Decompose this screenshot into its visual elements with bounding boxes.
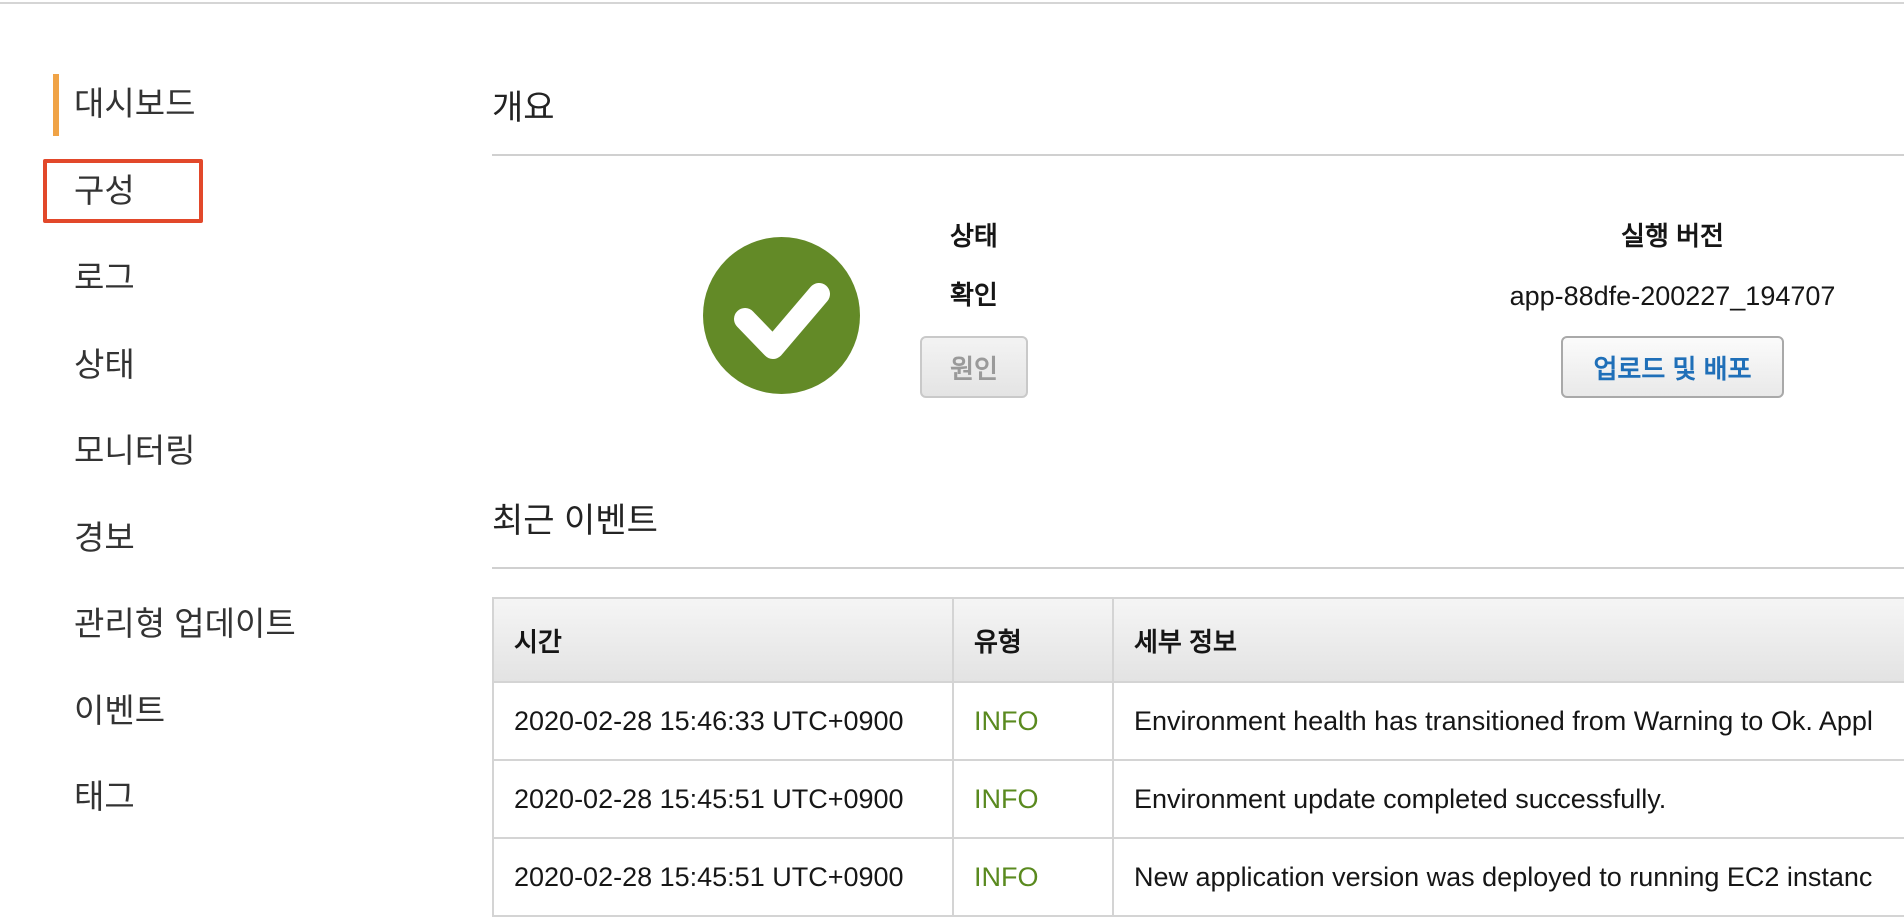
sidebar-item-events[interactable]: 이벤트 (74, 691, 165, 731)
event-type: INFO (952, 681, 1114, 761)
sidebar-item-managed-updates[interactable]: 관리형 업데이트 (74, 604, 296, 644)
table-row: 2020-02-28 15:45:51 UTC+0900 INFO New ap… (492, 837, 1904, 917)
event-time: 2020-02-28 15:46:33 UTC+0900 (492, 681, 954, 761)
column-header-time[interactable]: 시간 (492, 597, 954, 683)
sidebar-item-configuration[interactable]: 구성 (74, 171, 135, 211)
running-version-value: app-88dfe-200227_194707 (1509, 281, 1836, 311)
sidebar-item-tags[interactable]: 태그 (74, 777, 135, 817)
running-version-label: 실행 버전 (1621, 221, 1724, 251)
event-type: INFO (952, 837, 1114, 917)
upload-deploy-button[interactable]: 업로드 및 배포 (1561, 336, 1784, 398)
table-row: 2020-02-28 15:46:33 UTC+0900 INFO Enviro… (492, 681, 1904, 761)
recent-events-title: 최근 이벤트 (492, 502, 658, 540)
table-row: 2020-02-28 15:45:51 UTC+0900 INFO Enviro… (492, 759, 1904, 839)
event-details: Environment update completed successfull… (1112, 759, 1904, 839)
event-time: 2020-02-28 15:45:51 UTC+0900 (492, 837, 954, 917)
sidebar-item-dashboard[interactable]: 대시보드 (74, 84, 195, 124)
overview-title: 개요 (492, 89, 555, 127)
check-circle-icon (703, 237, 860, 394)
overview-divider (492, 154, 1904, 156)
causes-button[interactable]: 원인 (920, 336, 1028, 398)
sidebar-item-health[interactable]: 상태 (74, 345, 135, 385)
sidebar-item-logs[interactable]: 로그 (74, 258, 135, 298)
health-value: 확인 (950, 280, 998, 310)
sidebar-nav: 대시보드 구성 로그 상태 모니터링 경보 관리형 업데이트 이벤트 태그 (0, 0, 420, 904)
health-label: 상태 (950, 221, 998, 251)
column-header-type[interactable]: 유형 (952, 597, 1114, 683)
active-indicator (53, 74, 59, 136)
event-type: INFO (952, 759, 1114, 839)
sidebar-item-alarms[interactable]: 경보 (74, 518, 135, 558)
event-details: Environment health has transitioned from… (1112, 681, 1904, 761)
events-table: 시간 유형 세부 정보 2020-02-28 15:46:33 UTC+0900… (492, 597, 1904, 917)
table-header-row: 시간 유형 세부 정보 (492, 597, 1904, 683)
event-time: 2020-02-28 15:45:51 UTC+0900 (492, 759, 954, 839)
column-header-details[interactable]: 세부 정보 (1112, 597, 1904, 683)
event-details: New application version was deployed to … (1112, 837, 1904, 917)
sidebar-item-monitoring[interactable]: 모니터링 (74, 431, 195, 471)
events-divider (492, 567, 1904, 569)
